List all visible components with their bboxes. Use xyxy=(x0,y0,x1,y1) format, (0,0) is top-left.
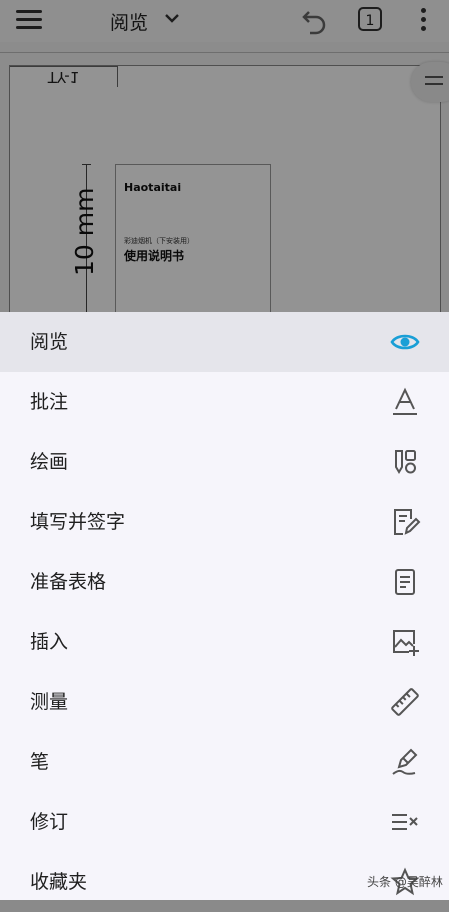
menu-item-label: 填写并签字 xyxy=(30,511,126,533)
menu-item-label: 插入 xyxy=(30,631,69,653)
ruler-icon xyxy=(391,688,419,716)
menu-item-label: 测量 xyxy=(30,691,69,713)
draw-shapes-icon xyxy=(395,450,416,474)
modal-scrim[interactable] xyxy=(0,0,449,312)
menu-item-label: 收藏夹 xyxy=(30,871,88,893)
fill-sign-icon xyxy=(394,509,421,535)
eye-icon xyxy=(390,334,420,350)
menu-item-view[interactable]: 阅览 xyxy=(0,312,449,372)
redact-icon xyxy=(392,814,418,830)
menu-item-label: 阅览 xyxy=(30,331,69,353)
watermark: 头条 @吴醉林 xyxy=(367,875,443,889)
menu-item-redact[interactable]: 修订 xyxy=(0,792,449,852)
menu-item-fill-sign[interactable]: 填写并签字 xyxy=(0,492,449,552)
menu-item-measure[interactable]: 测量 xyxy=(0,672,449,732)
mode-menu-sheet: 阅览 批注 绘画 填写并签字 准备表格 插入 测量 笔 修订 收藏夹 xyxy=(0,312,449,900)
menu-item-label: 笔 xyxy=(30,751,50,773)
pen-icon xyxy=(392,748,418,775)
insert-image-icon xyxy=(393,630,419,656)
menu-item-prepare-form[interactable]: 准备表格 xyxy=(0,552,449,612)
menu-item-pen[interactable]: 笔 xyxy=(0,732,449,792)
menu-item-draw[interactable]: 绘画 xyxy=(0,432,449,492)
menu-item-label: 修订 xyxy=(30,811,69,833)
menu-item-label: 绘画 xyxy=(30,451,69,473)
text-annotate-icon xyxy=(393,387,417,415)
menu-item-label: 批注 xyxy=(30,391,69,413)
menu-item-annotate[interactable]: 批注 xyxy=(0,372,449,432)
form-icon xyxy=(395,569,415,595)
menu-item-label: 准备表格 xyxy=(30,571,107,593)
menu-item-insert[interactable]: 插入 xyxy=(0,612,449,672)
